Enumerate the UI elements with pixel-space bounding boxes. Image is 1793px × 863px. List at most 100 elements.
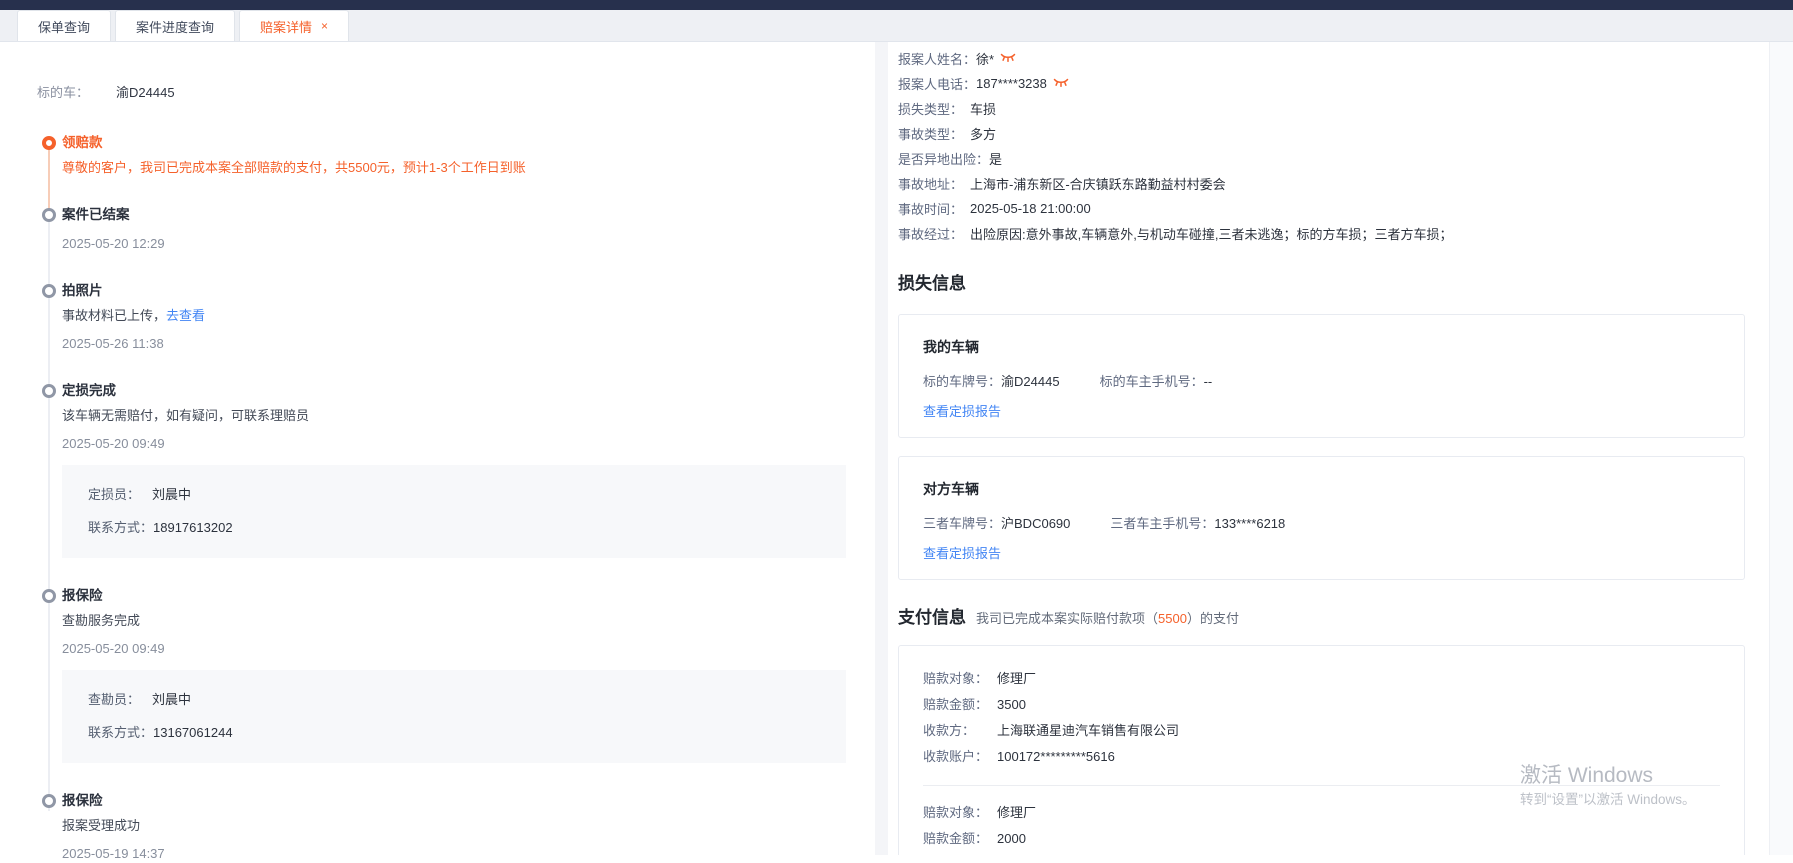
view-loss-report-link[interactable]: 查看定损报告 <box>923 403 1720 421</box>
watermark-subtitle: 转到“设置”以激活 Windows。 <box>1520 791 1696 809</box>
timeline-desc: 查勘服务完成 <box>62 612 875 630</box>
subject-car-label: 标的车： <box>37 82 89 101</box>
my-vehicle-fields: 标的车牌号：渝D24445 标的车主手机号：-- <box>923 373 1720 391</box>
field-label: 损失类型： <box>898 99 970 118</box>
timeline-time: 2025-05-20 09:49 <box>62 640 875 658</box>
field-label: 收款方： <box>923 718 997 744</box>
timeline-desc: 事故材料已上传，去查看 <box>62 307 875 325</box>
accident-detail-row: 事故经过： 出险原因:意外事故,车辆意外,与机动车碰撞,三者未逃逸；标的方车损；… <box>898 221 1769 246</box>
tab-case-progress-query[interactable]: 案件进度查询 <box>115 10 235 41</box>
timeline-title: 定损完成 <box>62 381 875 401</box>
tab-bar: 保单查询 案件进度查询 赔案详情 × <box>0 10 1793 42</box>
eye-closed-icon[interactable] <box>1053 76 1069 91</box>
tab-policy-query[interactable]: 保单查询 <box>17 10 111 41</box>
timeline-time: 2025-05-26 11:38 <box>62 335 875 353</box>
timeline-item-case-closed: 案件已结案 2025-05-20 12:29 <box>42 205 875 253</box>
tab-label: 案件进度查询 <box>136 17 214 36</box>
field-label: 报案人姓名： <box>898 49 976 68</box>
card-title: 对方车辆 <box>923 479 1720 499</box>
timeline-title: 报保险 <box>62 791 875 811</box>
accident-time-row: 事故时间： 2025-05-18 21:00:00 <box>898 196 1769 221</box>
watermark-title: 激活 Windows <box>1520 763 1696 789</box>
contact-row: 联系方式： 18917613202 <box>88 519 820 537</box>
timeline-dot <box>42 384 56 398</box>
claim-timeline: 领赔款 尊敬的客户，我司已完成本案全部赔款的支付，共5500元，预计1-3个工作… <box>42 133 875 863</box>
other-vehicle-card: 对方车辆 三者车牌号：沪BDC0690 三者车主手机号：133****6218 … <box>898 456 1745 580</box>
payment-total-amount: 5500 <box>1158 611 1187 626</box>
assessor-row: 定损员： 刘晨中 <box>88 486 820 504</box>
timeline-dot <box>42 589 56 603</box>
accident-type-value: 多方 <box>970 124 996 143</box>
field-label: 事故地址： <box>898 174 970 193</box>
subject-car-row: 标的车： 渝D24445 <box>0 42 875 101</box>
accident-time-value: 2025-05-18 21:00:00 <box>970 201 1091 216</box>
payment-card: 赔款对象： 修理厂 赔款金额： 3500 收款方： 上海联通星迪汽车销售有限公司… <box>898 645 1745 855</box>
eye-closed-icon[interactable] <box>1000 51 1016 66</box>
section-heading: 损失信息 <box>898 272 966 296</box>
contact-phone: 13167061244 <box>153 724 233 742</box>
payment-info-title: 支付信息 我司已完成本案实际赔付款项（5500）的支付 <box>898 606 1769 631</box>
other-vehicle-fields: 三者车牌号：沪BDC0690 三者车主手机号：133****6218 <box>923 515 1720 533</box>
timeline-title: 领赔款 <box>62 133 875 153</box>
timeline-dot <box>42 284 56 298</box>
timeline-desc: 该车辆无需赔付，如有疑问，可联系理赔员 <box>62 407 875 425</box>
timeline-desc: 尊敬的客户，我司已完成本案全部赔款的支付，共5500元，预计1-3个工作日到账 <box>62 159 875 177</box>
timeline-item-receive-payment: 领赔款 尊敬的客户，我司已完成本案全部赔款的支付，共5500元，预计1-3个工作… <box>42 133 875 177</box>
timeline-time: 2025-05-20 12:29 <box>62 235 875 253</box>
section-heading: 支付信息 <box>898 606 966 630</box>
tab-claim-detail[interactable]: 赔案详情 × <box>239 10 349 41</box>
pay-target-value: 修理厂 <box>997 666 1036 692</box>
pay-amount-value: 3500 <box>997 692 1026 718</box>
scrollbar-track[interactable] <box>1769 42 1793 855</box>
card-title: 我的车辆 <box>923 337 1720 357</box>
remote-claim-value: 是 <box>989 149 1002 168</box>
timeline-title: 拍照片 <box>62 281 875 301</box>
pay-target-value: 修理厂 <box>997 800 1036 826</box>
payment-entry: 赔款对象： 修理厂 赔款金额： 3500 收款方： 上海联通星迪汽车销售有限公司… <box>923 666 1720 770</box>
timeline-time: 2025-05-19 14:37 <box>62 845 875 863</box>
view-loss-report-link[interactable]: 查看定损报告 <box>923 545 1720 563</box>
pay-amount-value: 2000 <box>997 826 1026 852</box>
field-label: 事故时间： <box>898 199 970 218</box>
subject-car-plate: 渝D24445 <box>116 82 175 101</box>
view-materials-link[interactable]: 去查看 <box>166 308 205 323</box>
payee-account-value: 100172*********5616 <box>997 744 1115 770</box>
plate-value: 沪BDC0690 <box>1001 516 1070 531</box>
accident-detail-value: 出险原因:意外事故,车辆意外,与机动车碰撞,三者未逃逸；标的方车损；三者方车损； <box>970 224 1452 243</box>
tab-label: 保单查询 <box>38 17 90 36</box>
pay-target-row: 赔款对象： 修理厂 <box>923 666 1720 692</box>
owner-phone-field: 标的车主手机号：-- <box>1100 373 1213 391</box>
close-icon[interactable]: × <box>321 20 328 32</box>
reporter-name-row: 报案人姓名： 徐* <box>898 46 1769 71</box>
timeline-dot <box>42 208 56 222</box>
timeline-title: 案件已结案 <box>62 205 875 225</box>
plate-value: 渝D24445 <box>1001 374 1060 389</box>
field-label: 赔款金额： <box>923 692 997 718</box>
surveyor-info-panel: 查勘员： 刘晨中 联系方式： 13167061244 <box>62 670 846 763</box>
reporter-name-value: 徐* <box>976 49 994 68</box>
loss-type-value: 车损 <box>970 99 996 118</box>
field-label: 事故经过： <box>898 224 970 243</box>
loss-type-row: 损失类型： 车损 <box>898 96 1769 121</box>
field-label: 标的车牌号： <box>923 374 1001 389</box>
timeline-title: 报保险 <box>62 586 875 606</box>
payee-row: 收款方： 上海联通星迪汽车销售有限公司 <box>923 718 1720 744</box>
accident-type-row: 事故类型： 多方 <box>898 121 1769 146</box>
timeline-item-loss-assessment-done: 定损完成 该车辆无需赔付，如有疑问，可联系理赔员 2025-05-20 09:4… <box>42 381 875 558</box>
window-top-bar <box>0 0 1793 10</box>
timeline-time: 2025-05-20 09:49 <box>62 435 875 453</box>
pay-amount-row: 赔款金额： 2000 <box>923 826 1720 852</box>
contact-label: 联系方式： <box>88 724 153 742</box>
claim-info-panel: 报案人姓名： 徐* 报案人电话： 187****3238 损失类型： 车损 事故… <box>888 42 1769 855</box>
assessor-info-panel: 定损员： 刘晨中 联系方式： 18917613202 <box>62 465 846 558</box>
loss-info-title: 损失信息 <box>898 272 1769 296</box>
assessor-name: 刘晨中 <box>152 486 191 504</box>
owner-phone-field: 三者车主手机号：133****6218 <box>1110 515 1285 533</box>
owner-phone-value: 133****6218 <box>1214 516 1285 531</box>
timeline-item-photos: 拍照片 事故材料已上传，去查看 2025-05-26 11:38 <box>42 281 875 353</box>
field-label: 三者车牌号： <box>923 516 1001 531</box>
assessor-label: 定损员： <box>88 486 152 504</box>
remote-claim-row: 是否异地出险： 是 <box>898 146 1769 171</box>
pay-amount-row: 赔款金额： 3500 <box>923 692 1720 718</box>
plate-field: 标的车牌号：渝D24445 <box>923 373 1060 391</box>
